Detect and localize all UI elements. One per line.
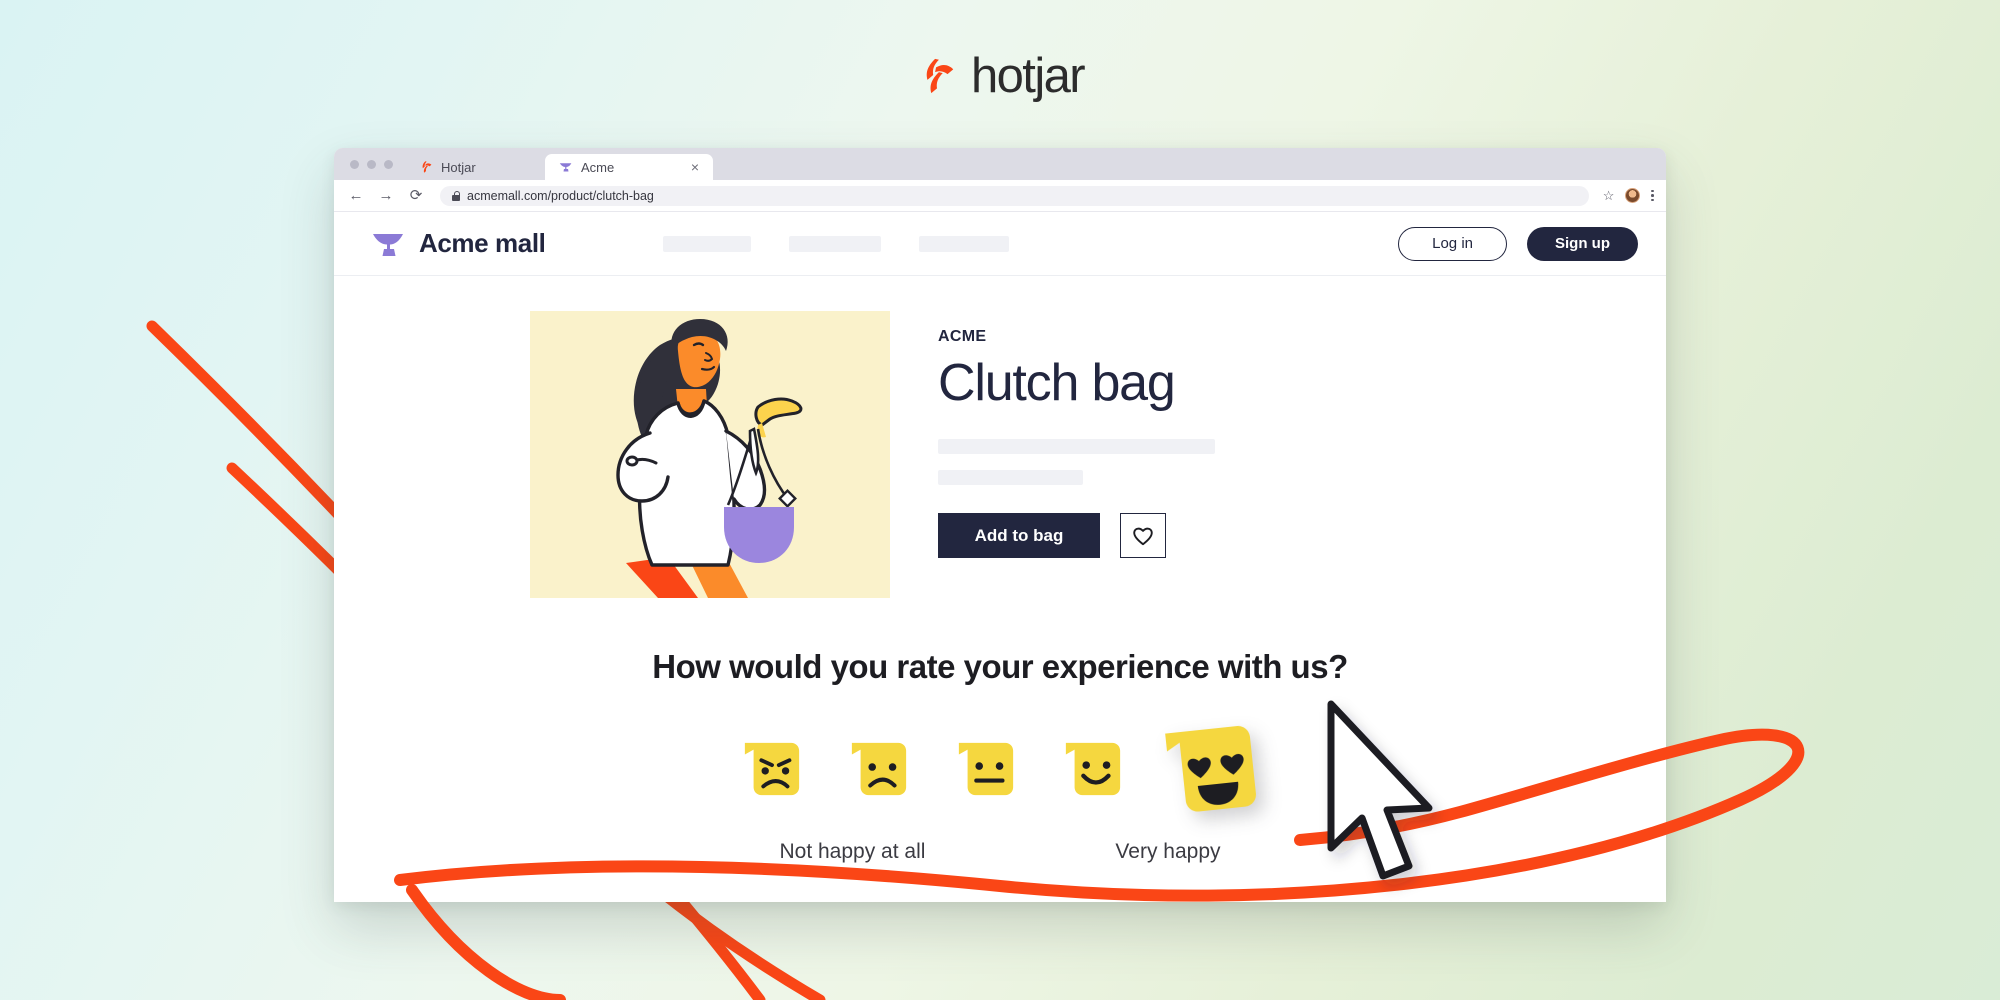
browser-tab-label: Hotjar: [441, 159, 476, 175]
nav-placeholders: [663, 235, 1010, 252]
forward-icon[interactable]: →: [378, 188, 394, 203]
heart-icon: [1133, 527, 1153, 545]
product-brand-label: ACME: [938, 328, 987, 345]
toolbar-right-actions: ☆: [1603, 188, 1654, 204]
description-placeholder-1: [938, 439, 1215, 455]
kebab-menu-icon[interactable]: [1651, 189, 1654, 202]
anvil-icon: [559, 163, 572, 172]
neutral-face-icon: [958, 742, 1014, 796]
window-maximize-dot[interactable]: [384, 159, 393, 169]
browser-tab-hotjar[interactable]: Hotjar: [405, 154, 545, 180]
nav-placeholder-2[interactable]: [789, 235, 882, 252]
site-brand[interactable]: Acme mall: [372, 228, 546, 259]
add-to-bag-button[interactable]: Add to bag: [938, 513, 1100, 559]
product-title: Clutch bag: [938, 354, 1176, 412]
woman-holding-clutch-bag-illustration: [530, 311, 890, 598]
hotjar-logo: hotjar: [0, 50, 2000, 102]
product-image: [530, 311, 890, 598]
description-placeholder-2: [938, 470, 1083, 486]
site-brand-name: Acme mall: [419, 228, 546, 258]
site-header: Acme mall Log in Sign up: [334, 212, 1666, 276]
survey-question: How would you rate your experience with …: [652, 648, 1348, 685]
browser-tab-label: Acme: [581, 159, 615, 175]
url-text: acmemall.com/product/clutch-bag: [467, 188, 654, 203]
sad-face-icon: [851, 742, 907, 796]
close-icon[interactable]: ×: [681, 160, 699, 174]
survey-scale-labels: Not happy at all Very happy: [334, 840, 1666, 864]
product-actions: Add to bag: [938, 513, 1215, 559]
browser-window: Hotjar Acme × ← → ⟳ acmemall.com/product…: [334, 148, 1666, 902]
rating-option-3-neutral[interactable]: [955, 737, 1017, 799]
nav-placeholder-1[interactable]: [663, 235, 752, 252]
back-icon[interactable]: ←: [348, 188, 364, 203]
scale-label-low: Not happy at all: [779, 840, 926, 863]
window-minimize-dot[interactable]: [367, 159, 376, 169]
survey-widget: How would you rate your experience with …: [334, 648, 1666, 864]
header-actions: Log in Sign up: [1398, 226, 1638, 261]
window-traffic-lights: [346, 148, 405, 180]
rating-option-1-angry[interactable]: [741, 737, 803, 799]
survey-rating-scale: [334, 720, 1666, 816]
profile-avatar[interactable]: [1625, 188, 1641, 203]
lock-icon: [452, 190, 461, 201]
angry-face-icon: [744, 742, 800, 796]
signup-button[interactable]: Sign up: [1527, 226, 1638, 261]
address-bar[interactable]: acmemall.com/product/clutch-bag: [440, 185, 1589, 206]
login-button[interactable]: Log in: [1398, 226, 1507, 261]
scale-label-high: Very happy: [1115, 840, 1221, 863]
product-section: ACME Clutch bag Add to bag: [334, 276, 1666, 598]
hotjar-flame-icon: [422, 161, 432, 173]
smiling-face-icon: [1065, 742, 1121, 796]
rating-option-4-smiling[interactable]: [1062, 737, 1124, 799]
hotjar-flame-icon: [926, 58, 954, 94]
anvil-icon: [373, 233, 403, 256]
product-info: ACME Clutch bag Add to bag: [938, 311, 1215, 598]
browser-tab-acme[interactable]: Acme ×: [545, 154, 713, 180]
heart-eyes-face-icon: [1165, 726, 1256, 812]
rating-option-2-sad[interactable]: [848, 737, 910, 799]
window-close-dot[interactable]: [350, 159, 359, 169]
browser-toolbar: ← → ⟳ acmemall.com/product/clutch-bag ☆: [334, 180, 1666, 212]
reload-icon[interactable]: ⟳: [408, 188, 424, 203]
browser-tab-bar: Hotjar Acme ×: [334, 148, 1666, 180]
wishlist-button[interactable]: [1120, 513, 1166, 559]
nav-placeholder-3[interactable]: [919, 235, 1010, 252]
rating-option-5-heart-eyes[interactable]: [1158, 715, 1264, 821]
hotjar-wordmark: hotjar: [971, 48, 1086, 103]
bookmark-star-icon[interactable]: ☆: [1603, 188, 1615, 204]
